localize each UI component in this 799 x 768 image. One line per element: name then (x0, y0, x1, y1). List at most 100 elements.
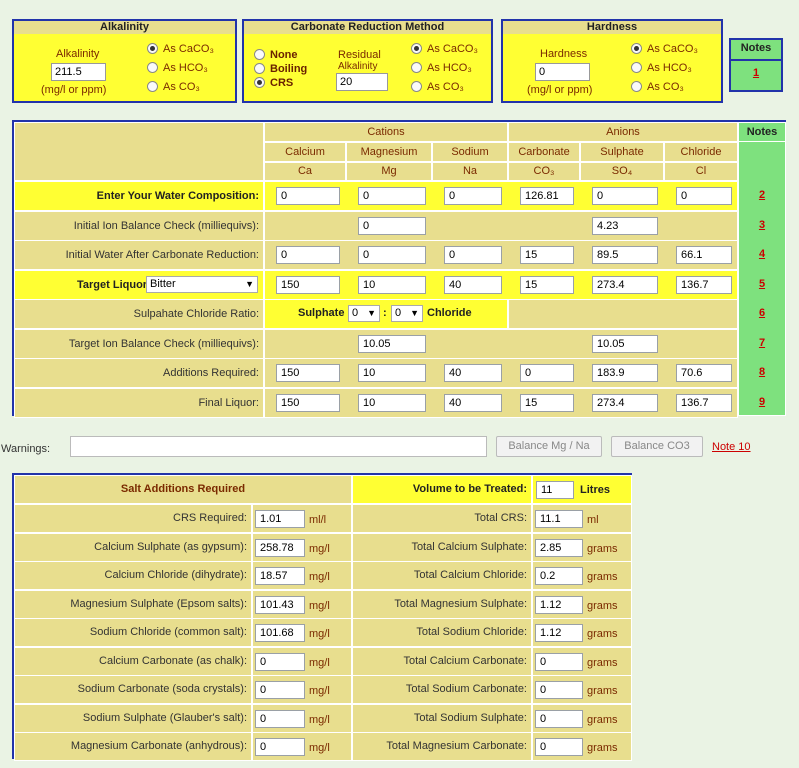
salt-mg-input[interactable]: 258.78 (255, 539, 305, 557)
ratio-chloride-select[interactable]: 0 ▼ (391, 305, 423, 322)
hardness-label: Hardness (540, 48, 588, 60)
total-unit: grams (587, 714, 618, 726)
ion-value-input[interactable]: 70.6 (676, 364, 732, 382)
ion-value-input[interactable]: 0 (592, 187, 658, 205)
volume-input[interactable]: 11 (536, 481, 574, 499)
total-input[interactable]: 0 (535, 681, 583, 699)
total-label: Total Calcium Carbonate: (352, 647, 532, 676)
residual-input[interactable]: 20 (336, 73, 388, 91)
method-radio-2[interactable] (254, 77, 265, 88)
total-unit: ml (587, 514, 599, 526)
ion-value-input[interactable]: 66.1 (676, 246, 732, 264)
ion-value-input[interactable]: 10.05 (592, 335, 658, 353)
radio-label: As CO₃ (163, 81, 200, 93)
ion-value-input[interactable]: 4.23 (592, 217, 658, 235)
salt-mg-input[interactable]: 101.43 (255, 596, 305, 614)
note-10-link[interactable]: Note 10 (712, 441, 751, 453)
ion-value-input[interactable]: 10 (358, 394, 426, 412)
ion-value-input[interactable]: 89.5 (592, 246, 658, 264)
ion-name-header: Magnesium (346, 142, 432, 162)
chevron-down-icon: ▼ (367, 308, 376, 318)
method-radio-0[interactable] (254, 49, 265, 60)
note-link-8[interactable]: 8 (738, 366, 786, 378)
note-link-3[interactable]: 3 (738, 219, 786, 231)
salt-mg-input[interactable]: 0 (255, 738, 305, 756)
ion-value-input[interactable]: 273.4 (592, 394, 658, 412)
radio-carbonate-options-0[interactable] (411, 43, 422, 54)
ratio-separator: : (383, 307, 387, 319)
ion-value-input[interactable]: 15 (520, 276, 574, 294)
ion-value-input[interactable]: 150 (276, 276, 340, 294)
ratio-b-value: 0 (395, 307, 402, 319)
balance-mg-na-button[interactable]: Balance Mg / Na (496, 436, 602, 457)
salt-mg-input[interactable]: 0 (255, 653, 305, 671)
radio-hardness-options-0[interactable] (631, 43, 642, 54)
ion-value-input[interactable]: 10.05 (358, 335, 426, 353)
ratio-right-label: Chloride (427, 307, 472, 319)
ion-value-input[interactable]: 15 (520, 246, 574, 264)
total-input[interactable]: 1.12 (535, 624, 583, 642)
radio-alkalinity-options-1[interactable] (147, 62, 158, 73)
ion-value-input[interactable]: 0 (358, 217, 426, 235)
ion-value-input[interactable]: 10 (358, 364, 426, 382)
ion-value-input[interactable]: 136.7 (676, 276, 732, 294)
salt-mg-input[interactable]: 0 (255, 710, 305, 728)
ion-value-input[interactable]: 0 (276, 246, 340, 264)
ion-value-input[interactable]: 10 (358, 276, 426, 294)
ion-value-input[interactable]: 0 (444, 187, 502, 205)
ion-value-input[interactable]: 40 (444, 364, 502, 382)
ratio-sulphate-select[interactable]: 0 ▼ (348, 305, 380, 322)
alkalinity-title: Alkalinity (14, 21, 235, 34)
hardness-input[interactable]: 0 (535, 63, 590, 81)
note-link-2[interactable]: 2 (738, 189, 786, 201)
total-input[interactable]: 0 (535, 653, 583, 671)
ion-value-input[interactable]: 0 (358, 187, 426, 205)
salt-mg-input[interactable]: 0 (255, 681, 305, 699)
note-link-7[interactable]: 7 (738, 337, 786, 349)
radio-alkalinity-options-0[interactable] (147, 43, 158, 54)
salt-title: Salt Additions Required (14, 475, 352, 504)
ion-value-input[interactable]: 273.4 (592, 276, 658, 294)
radio-alkalinity-options-2[interactable] (147, 81, 158, 92)
radio-hardness-options-1[interactable] (631, 62, 642, 73)
note-link-6[interactable]: 6 (738, 307, 786, 319)
ion-value-input[interactable]: 15 (520, 394, 574, 412)
salt-mg-input[interactable]: 1.01 (255, 510, 305, 528)
alkalinity-input[interactable]: 211.5 (51, 63, 106, 81)
ion-value-input[interactable]: 183.9 (592, 364, 658, 382)
ion-value-input[interactable]: 0 (444, 246, 502, 264)
ion-value-input[interactable]: 126.81 (520, 187, 574, 205)
note-link-9[interactable]: 9 (738, 396, 786, 408)
ion-value-input[interactable]: 40 (444, 394, 502, 412)
ion-value-input[interactable]: 0 (276, 187, 340, 205)
note-link-5[interactable]: 5 (738, 278, 786, 290)
salt-mg-unit: mg/l (309, 571, 330, 583)
warnings-label: Warnings: (1, 443, 51, 455)
radio-hardness-options-2[interactable] (631, 81, 642, 92)
ion-value-input[interactable]: 0 (520, 364, 574, 382)
note-link-1[interactable]: 1 (731, 67, 781, 79)
total-input[interactable]: 0.2 (535, 567, 583, 585)
ion-value-input[interactable]: 136.7 (676, 394, 732, 412)
total-input[interactable]: 0 (535, 710, 583, 728)
ion-value-input[interactable]: 150 (276, 394, 340, 412)
balance-co3-button[interactable]: Balance CO3 (611, 436, 703, 457)
total-input[interactable]: 1.12 (535, 596, 583, 614)
ion-value-input[interactable]: 0 (358, 246, 426, 264)
volume-label: Volume to be Treated: (352, 475, 532, 504)
radio-carbonate-options-2[interactable] (411, 81, 422, 92)
radio-carbonate-options-1[interactable] (411, 62, 422, 73)
salt-mg-input[interactable]: 101.68 (255, 624, 305, 642)
target-liquor-select[interactable]: Bitter ▼ (146, 276, 258, 293)
salt-mg-input[interactable]: 18.57 (255, 567, 305, 585)
total-input[interactable]: 2.85 (535, 539, 583, 557)
ion-value-input[interactable]: 150 (276, 364, 340, 382)
total-input[interactable]: 0 (535, 738, 583, 756)
method-radio-1[interactable] (254, 63, 265, 74)
ion-value-input[interactable]: 0 (676, 187, 732, 205)
warnings-field[interactable] (70, 436, 487, 457)
total-input[interactable]: 11.1 (535, 510, 583, 528)
note-link-4[interactable]: 4 (738, 248, 786, 260)
total-label: Total Magnesium Carbonate: (352, 732, 532, 761)
ion-value-input[interactable]: 40 (444, 276, 502, 294)
